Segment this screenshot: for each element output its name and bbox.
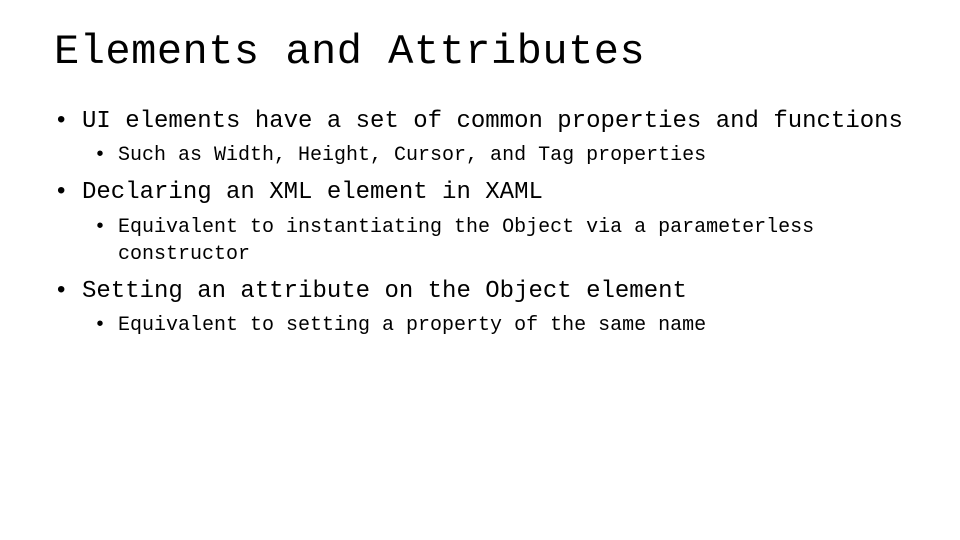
bullet-text: Equivalent to instantiating the Object v… <box>118 214 906 268</box>
bullet-item: UI elements have a set of common propert… <box>54 106 906 138</box>
bullet-item: Declaring an XML element in XAML <box>54 177 906 209</box>
bullet-text: Declaring an XML element in XAML <box>82 177 906 209</box>
bullet-icon <box>94 142 118 169</box>
bullet-icon <box>54 276 82 308</box>
slide-body: UI elements have a set of common propert… <box>54 106 906 339</box>
bullet-item: Such as Width, Height, Cursor, and Tag p… <box>94 142 906 169</box>
bullet-text: Equivalent to setting a property of the … <box>118 312 906 339</box>
bullet-icon <box>94 214 118 268</box>
slide: Elements and Attributes UI elements have… <box>0 0 960 540</box>
bullet-item: Equivalent to instantiating the Object v… <box>94 214 906 268</box>
bullet-text: Such as Width, Height, Cursor, and Tag p… <box>118 142 906 169</box>
bullet-icon <box>54 177 82 209</box>
bullet-text: Setting an attribute on the Object eleme… <box>82 276 906 308</box>
bullet-item: Equivalent to setting a property of the … <box>94 312 906 339</box>
bullet-icon <box>94 312 118 339</box>
slide-title: Elements and Attributes <box>54 28 906 76</box>
bullet-icon <box>54 106 82 138</box>
bullet-item: Setting an attribute on the Object eleme… <box>54 276 906 308</box>
bullet-text: UI elements have a set of common propert… <box>82 106 906 138</box>
